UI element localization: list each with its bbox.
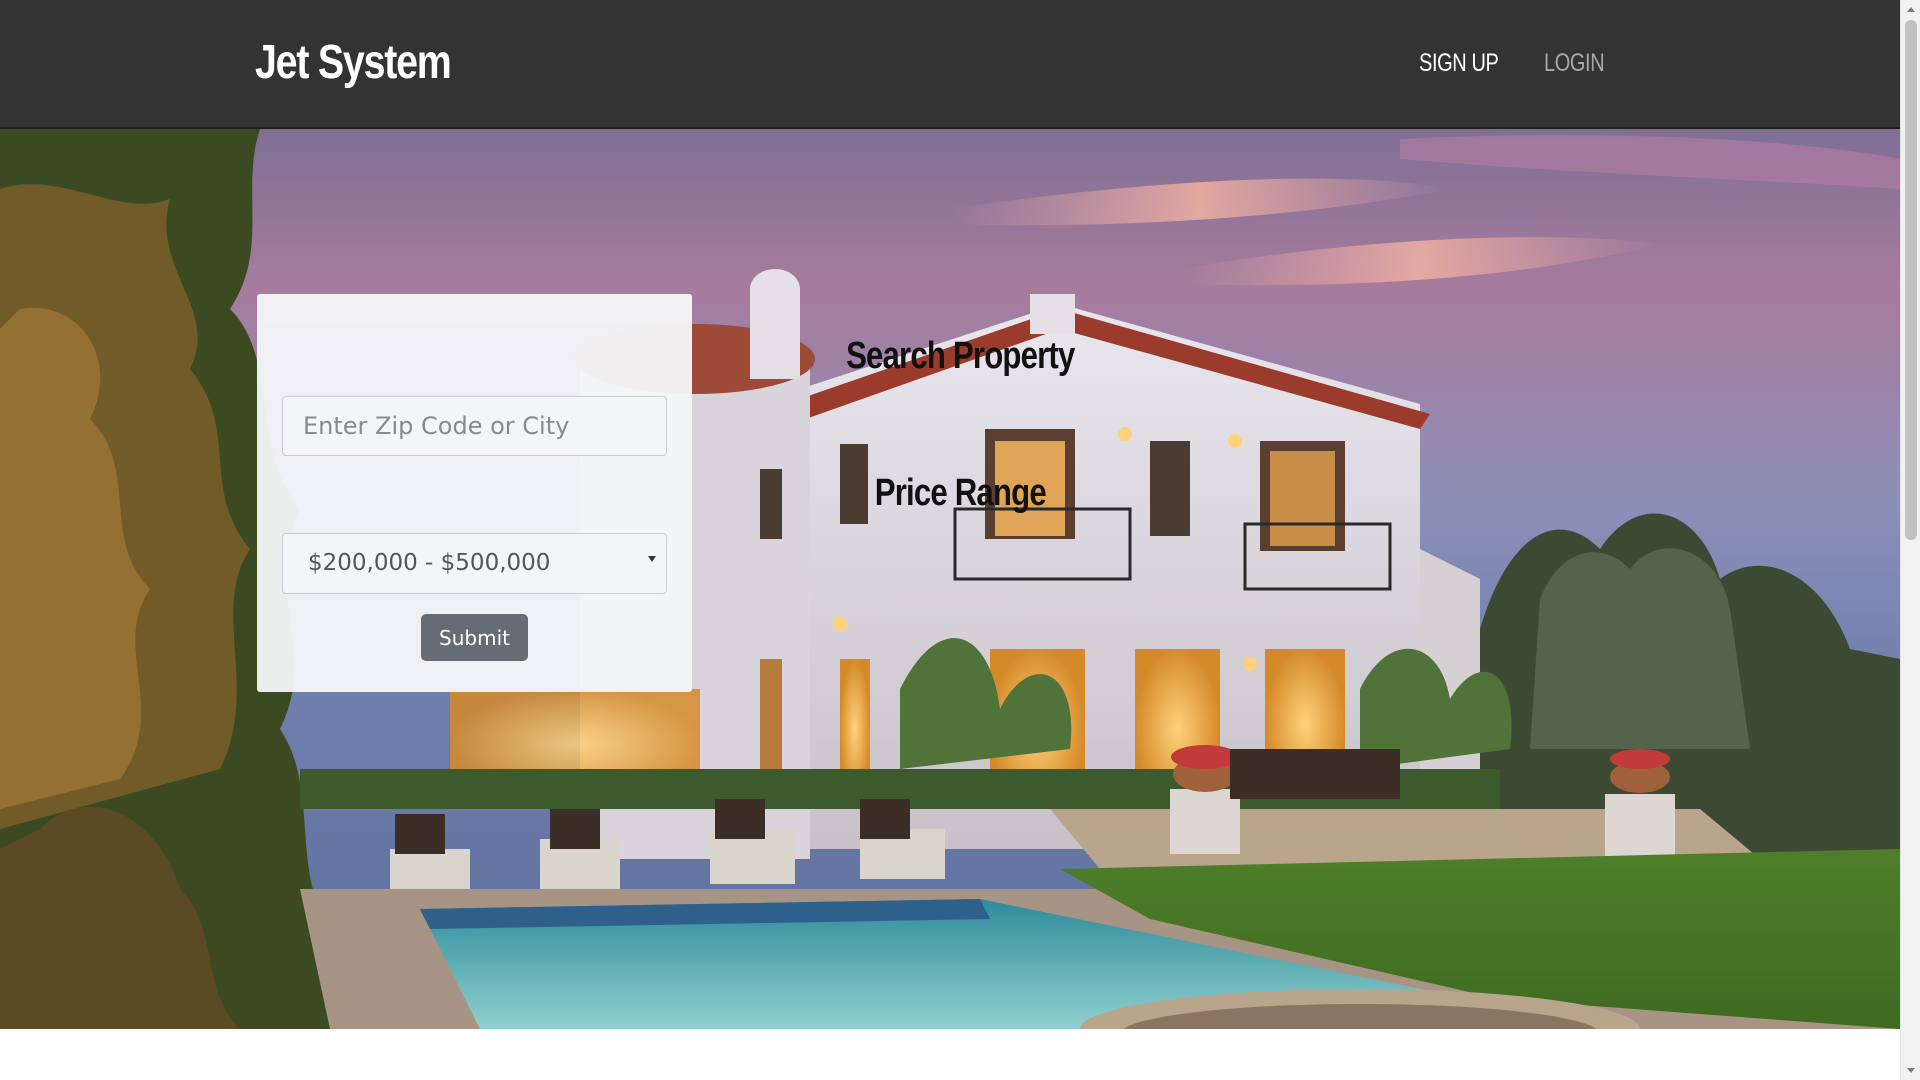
submit-button[interactable]: Submit [421,614,528,661]
nav-login-link[interactable]: LOGIN [1544,46,1605,80]
top-navbar: Jet System SIGN UP LOGIN [0,0,1900,129]
price-range-selected-value: $200,000 - $500,000 [308,550,551,576]
vertical-scrollbar[interactable] [1900,0,1920,1080]
nav-signup-link[interactable]: SIGN UP [1419,46,1499,80]
scroll-down-icon[interactable] [1907,1068,1915,1073]
brand-logo[interactable]: Jet System [255,32,452,94]
scrollbar-thumb[interactable] [1905,20,1917,540]
price-range-select[interactable]: $200,000 - $500,000 [282,533,667,594]
scroll-up-icon[interactable] [1907,7,1915,12]
price-range-title: Price Range [874,472,1046,514]
search-property-title: Search Property [845,335,1075,377]
dropdown-arrow-icon [648,556,656,562]
page-below-hero [0,1029,1900,1080]
zip-or-city-input[interactable] [282,396,667,456]
